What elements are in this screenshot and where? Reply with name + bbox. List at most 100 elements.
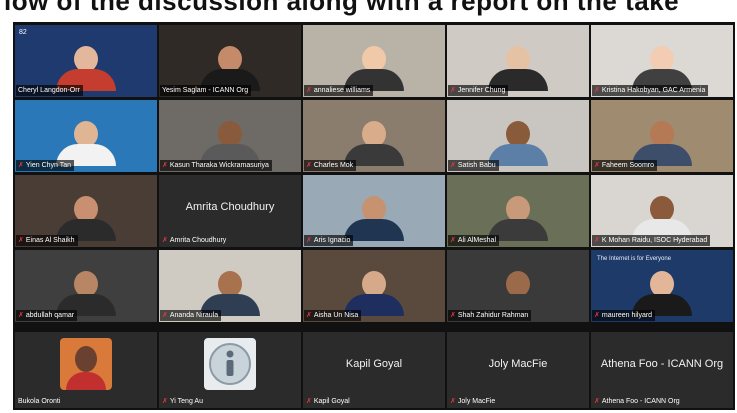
participant-name-label: ✗ Kasun Tharaka Wickramasuriya — [160, 160, 272, 171]
mic-muted-icon: ✗ — [18, 312, 24, 319]
mic-muted-icon: ✗ — [450, 87, 456, 94]
profile-photo-shirt — [66, 372, 106, 390]
participant-name: Kristina Hakobyan, GAC Armenia — [601, 87, 706, 94]
participant-name-label: ✗ Charles Mok — [304, 160, 357, 171]
participant-name: Satish Babu — [457, 162, 496, 169]
participant-name-label: ✗ Kapil Goyal — [304, 396, 353, 407]
participant-name-label: ✗ Faheem Soomro — [592, 160, 658, 171]
mic-muted-icon: ✗ — [594, 312, 600, 319]
participant-name-label: ✗ Yien Chyn Tan — [16, 160, 75, 171]
mic-muted-icon: ✗ — [306, 162, 312, 169]
participant-name: Yien Chyn Tan — [25, 162, 72, 169]
participant-name-label: ✗ abdullah qamar — [16, 310, 78, 321]
participant-display-name: Amrita Choudhury — [185, 201, 275, 213]
participant-name-label: ✗ Ananda Niraula — [160, 310, 222, 321]
participant-tile[interactable]: Kapil Goyal ✗ Kapil Goyal — [303, 332, 445, 408]
participant-name: Ali AlMeshal — [457, 237, 497, 244]
participant-tile[interactable]: ✗ Aisha Un Nisa — [303, 250, 445, 322]
participant-tile[interactable]: The Internet is for Everyone ✗ maureen hil… — [591, 250, 733, 322]
participant-name: Charles Mok — [313, 162, 354, 169]
mic-muted-icon: ✗ — [162, 398, 168, 405]
participant-name: Bukola Oronti — [18, 398, 61, 405]
mic-muted-icon: ✗ — [450, 237, 456, 244]
participant-name-label: Cheryl Langdon-Orr — [16, 85, 83, 96]
mic-muted-icon: ✗ — [306, 398, 312, 405]
participant-name-label: ✗ Aris Ignacio — [304, 235, 354, 246]
participant-name: Kasun Tharaka Wickramasuriya — [169, 162, 269, 169]
participant-name-label: ✗ Shah Zahidur Rahman — [448, 310, 532, 321]
participant-name: K Mohan Raidu, ISOC Hyderabad — [601, 237, 708, 244]
participant-name: Cheryl Langdon-Orr — [18, 87, 80, 94]
participant-tile[interactable]: ✗ Ananda Niraula — [159, 250, 301, 322]
participant-tile[interactable]: Joly MacFie ✗ Joly MacFie — [447, 332, 589, 408]
participant-tile[interactable]: ✗ Shah Zahidur Rahman — [447, 250, 589, 322]
virtual-background-caption: The Internet is for Everyone — [597, 256, 672, 262]
participant-name-label: ✗ Jennifer Chung — [448, 85, 509, 96]
participant-name-label: ✗ Kristina Hakobyan, GAC Armenia — [592, 85, 709, 96]
mic-muted-icon: ✗ — [450, 398, 456, 405]
participant-name: Joly MacFie — [457, 398, 496, 405]
profile-photo-face — [75, 346, 97, 372]
participant-name-label: ✗ Yi Teng Au — [160, 396, 206, 407]
participant-display-name: Joly MacFie — [488, 358, 548, 370]
participant-display-name: Kapil Goyal — [345, 358, 403, 370]
participant-name-label: Bukola Oronti — [16, 396, 63, 407]
participant-tile[interactable]: ✗ Yi Teng Au — [159, 332, 301, 408]
participant-name: Yi Teng Au — [169, 398, 203, 405]
participant-name: Shah Zahidur Rahman — [457, 312, 529, 319]
participant-name: Jennifer Chung — [457, 87, 506, 94]
participant-name: Kapil Goyal — [313, 398, 350, 405]
participant-tile[interactable]: ✗ Yien Chyn Tan — [15, 100, 157, 172]
participant-name-label: Yesim Saglam - ICANN Org — [160, 85, 252, 96]
mic-muted-icon: ✗ — [594, 87, 600, 94]
participant-tile[interactable]: ✗ Satish Babu — [447, 100, 589, 172]
participant-tile[interactable]: ✗ Kristina Hakobyan, GAC Armenia — [591, 25, 733, 97]
mic-muted-icon: ✗ — [162, 312, 168, 319]
participant-tile[interactable]: ✗ abdullah qamar — [15, 250, 157, 322]
participant-tile[interactable]: ✗ K Mohan Raidu, ISOC Hyderabad — [591, 175, 733, 247]
participant-tile[interactable]: ✗ Kasun Tharaka Wickramasuriya — [159, 100, 301, 172]
participant-tile[interactable]: ✗ Einas Al Shaikh — [15, 175, 157, 247]
event-logo: 82 — [19, 29, 27, 36]
participant-name-label: ✗ K Mohan Raidu, ISOC Hyderabad — [592, 235, 711, 246]
participant-tile[interactable]: ✗ Aris Ignacio — [303, 175, 445, 247]
mic-muted-icon: ✗ — [594, 398, 600, 405]
participant-tile[interactable]: ✗ annaliese williams — [303, 25, 445, 97]
participant-name: Aisha Un Nisa — [313, 312, 359, 319]
participant-tile[interactable]: ✗ Charles Mok — [303, 100, 445, 172]
participant-name: annaliese williams — [313, 87, 371, 94]
slide-caption-text: low of the discussion along with a repor… — [4, 0, 680, 16]
profile-photo — [60, 338, 112, 390]
participant-name-label: ✗ Joly MacFie — [448, 396, 498, 407]
participant-tile[interactable]: Yesim Saglam - ICANN Org — [159, 25, 301, 97]
mic-muted-icon: ✗ — [594, 162, 600, 169]
participant-tile[interactable]: 82 Cheryl Langdon-Orr — [15, 25, 157, 97]
mic-muted-icon: ✗ — [162, 237, 168, 244]
participant-name: Aris Ignacio — [313, 237, 351, 244]
participant-name-label: ✗ Aisha Un Nisa — [304, 310, 362, 321]
participant-display-name: Athena Foo - ICANN Org — [600, 358, 724, 370]
info-icon — [204, 338, 256, 390]
participant-name-label: ✗ Ali AlMeshal — [448, 235, 500, 246]
participant-name-label: ✗ Einas Al Shaikh — [16, 235, 78, 246]
participant-name: maureen hilyard — [601, 312, 653, 319]
participant-name-label: ✗ Amrita Choudhury — [160, 235, 229, 246]
participant-name: Einas Al Shaikh — [25, 237, 75, 244]
participant-tile[interactable]: Amrita Choudhury ✗ Amrita Choudhury — [159, 175, 301, 247]
participant-tile[interactable]: Athena Foo - ICANN Org ✗ Athena Foo - ICAN… — [591, 332, 733, 408]
participant-tile[interactable]: ✗ Jennifer Chung — [447, 25, 589, 97]
mic-muted-icon: ✗ — [594, 237, 600, 244]
video-gallery: 82 Cheryl Langdon-Orr Yesim Saglam - ICANN… — [13, 22, 735, 410]
participant-name: Faheem Soomro — [601, 162, 655, 169]
participant-name-label: ✗ maureen hilyard — [592, 310, 656, 321]
participant-name: Amrita Choudhury — [169, 237, 227, 244]
participant-tile[interactable]: ✗ Ali AlMeshal — [447, 175, 589, 247]
mic-muted-icon: ✗ — [18, 237, 24, 244]
participant-tile[interactable]: ✗ Faheem Soomro — [591, 100, 733, 172]
participant-name-label: ✗ Athena Foo - ICANN Org — [592, 396, 683, 407]
participant-name: Yesim Saglam - ICANN Org — [162, 87, 249, 94]
mic-muted-icon: ✗ — [450, 312, 456, 319]
mic-muted-icon: ✗ — [306, 312, 312, 319]
participant-tile[interactable]: Bukola Oronti — [15, 332, 157, 408]
participant-name: abdullah qamar — [25, 312, 75, 319]
